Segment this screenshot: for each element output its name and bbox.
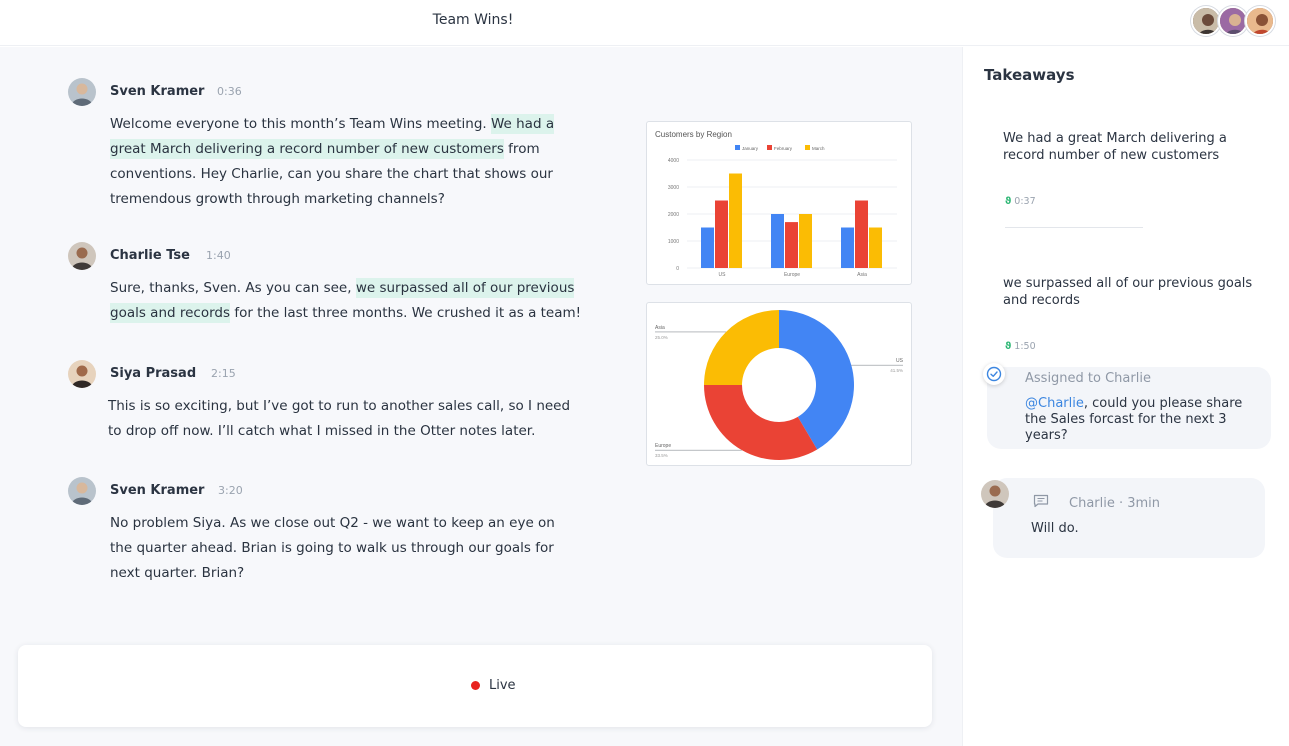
message-text: Sure, thanks, Sven. As you can see, we s…	[110, 278, 582, 323]
x-tick-label: US	[719, 272, 727, 278]
timestamp[interactable]: 3:20	[218, 484, 243, 497]
message-text: Welcome everyone to this month’s Team Wi…	[110, 114, 555, 207]
avatar[interactable]	[68, 360, 96, 388]
bar	[785, 222, 798, 268]
legend-swatch	[767, 145, 772, 150]
takeaway-timestamp[interactable]: ϑ 1:50	[1005, 341, 1036, 352]
bar	[715, 200, 728, 268]
donut-slice	[704, 385, 818, 460]
legend-label: January	[742, 146, 759, 151]
comment-text: Will do.	[1031, 521, 1079, 536]
transcript-message[interactable]: Sven Kramer 0:36 Welcome everyone to thi…	[68, 78, 588, 212]
timestamp[interactable]: 1:40	[206, 249, 231, 262]
takeaway-text[interactable]: We had a great March delivering a record…	[1003, 130, 1263, 164]
slice-label: Asia	[655, 325, 665, 331]
speaker-name[interactable]: Charlie Tse	[110, 248, 190, 263]
bar	[771, 214, 784, 268]
divider	[1005, 227, 1143, 228]
comment-icon	[1033, 494, 1049, 508]
avatar[interactable]	[1245, 6, 1275, 36]
takeaway-timestamp[interactable]: ϑ 0:37	[1005, 196, 1036, 207]
comment-meta: Charlie · 3min	[1069, 496, 1161, 511]
meeting-title: Team Wins!	[432, 12, 514, 28]
live-label: Live	[489, 678, 516, 693]
takeaways-title: Takeaways	[984, 66, 1075, 84]
bar-chart-image[interactable]: Customers by Region January February March…	[646, 121, 912, 285]
slice-percent: 25.0%	[655, 335, 668, 340]
takeaway-text[interactable]: we surpassed all of our previous goals a…	[1003, 275, 1263, 309]
header: Team Wins!	[0, 0, 1289, 46]
bar	[855, 200, 868, 268]
takeaways-panel: Takeaways We had a great March deliverin…	[962, 47, 1289, 746]
transcript-message[interactable]: Sven Kramer 3:20 No problem Siya. As we …	[68, 477, 588, 586]
bar	[701, 227, 714, 268]
timestamp[interactable]: 0:36	[217, 85, 242, 98]
assignment-text: @Charlie, could you please share the Sal…	[1025, 396, 1243, 443]
bar	[841, 227, 854, 268]
avatar[interactable]	[68, 242, 96, 270]
donut-slice	[704, 310, 779, 385]
y-tick-label: 0	[676, 266, 679, 272]
transcript-message[interactable]: Charlie Tse 1:40 Sure, thanks, Sven. As …	[68, 242, 588, 326]
y-tick-label: 2000	[668, 212, 679, 218]
donut-chart: US 41.5% Europe 33.5% Asia 25.0%	[655, 310, 904, 460]
timestamp[interactable]: 2:15	[211, 367, 236, 380]
live-status-bar[interactable]: Live	[18, 645, 932, 727]
transcript-message[interactable]: Siya Prasad 2:15 This is so exciting, bu…	[68, 360, 588, 444]
slice-percent: 33.5%	[655, 453, 668, 458]
bar	[799, 214, 812, 268]
sprout-icon: ϑ	[1005, 341, 1012, 352]
x-tick-label: Asia	[857, 272, 867, 278]
legend-swatch	[735, 145, 740, 150]
speaker-name[interactable]: Sven Kramer	[110, 84, 204, 99]
speaker-name[interactable]: Sven Kramer	[110, 483, 204, 498]
chart-title: Customers by Region	[655, 130, 732, 139]
comment-card[interactable]: Charlie · 3min Will do.	[993, 478, 1265, 558]
message-text: No problem Siya. As we close out Q2 - we…	[110, 515, 555, 581]
slice-label: Europe	[655, 443, 671, 449]
bar	[869, 227, 882, 268]
avatar[interactable]	[981, 480, 1009, 508]
mention-link[interactable]: @Charlie	[1025, 396, 1084, 411]
assignment-card[interactable]: Assigned to Charlie @Charlie, could you …	[987, 367, 1271, 449]
legend-label: March	[812, 146, 825, 151]
assignment-label: Assigned to Charlie	[1025, 371, 1151, 386]
avatar[interactable]	[1191, 6, 1221, 36]
avatar[interactable]	[1218, 6, 1248, 36]
avatar[interactable]	[68, 477, 96, 505]
donut-chart-image[interactable]: US 41.5% Europe 33.5% Asia 25.0%	[646, 302, 912, 466]
check-circle-icon[interactable]	[983, 363, 1005, 385]
slice-percent: 41.5%	[890, 368, 903, 373]
message-text: This is so exciting, but I’ve got to run…	[108, 398, 571, 439]
legend-swatch	[805, 145, 810, 150]
bar	[729, 173, 742, 268]
bar-chart: Customers by Region January February March…	[655, 130, 897, 278]
participant-avatars[interactable]	[1191, 6, 1277, 38]
avatar[interactable]	[68, 78, 96, 106]
speaker-name[interactable]: Siya Prasad	[110, 366, 196, 381]
x-tick-label: Europe	[784, 272, 800, 278]
slice-label: US	[896, 358, 904, 364]
y-tick-label: 1000	[668, 239, 679, 245]
transcript-panel[interactable]: Sven Kramer 0:36 Welcome everyone to thi…	[0, 47, 962, 746]
y-tick-label: 4000	[668, 158, 679, 164]
y-tick-label: 3000	[668, 185, 679, 191]
live-indicator-dot	[471, 681, 480, 690]
sprout-icon: ϑ	[1005, 196, 1012, 207]
legend-label: February	[774, 146, 793, 151]
